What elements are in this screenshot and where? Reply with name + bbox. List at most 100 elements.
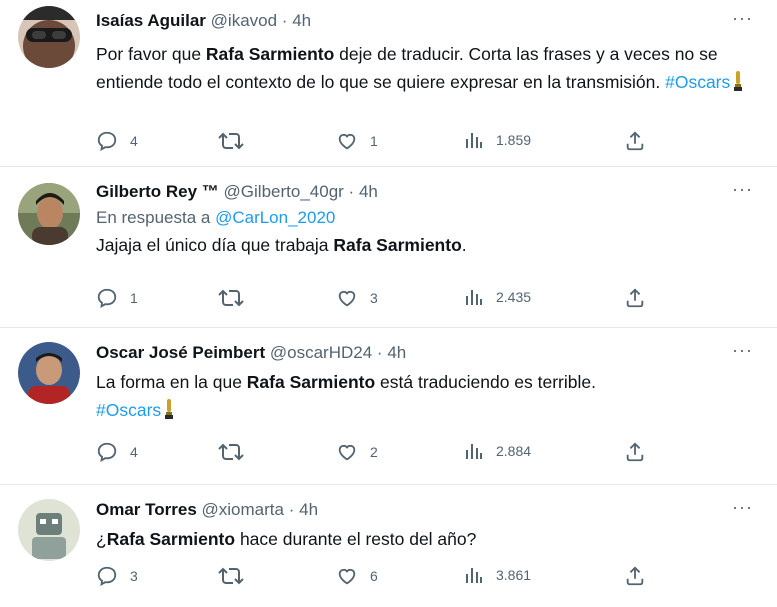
- separator-dot: ·: [281, 11, 288, 30]
- action-bar: 4 2 2.884: [96, 441, 656, 463]
- reply-button[interactable]: 4: [96, 441, 138, 463]
- reply-mention-link[interactable]: @CarLon_2020: [215, 208, 335, 227]
- tweet-4[interactable]: Omar Torres @xiomarta · 4h ¿Rafa Sarmien…: [0, 485, 777, 607]
- like-icon: [336, 130, 358, 152]
- reply-count: 4: [130, 444, 138, 460]
- timestamp[interactable]: 4h: [359, 182, 378, 201]
- user-handle[interactable]: @Gilberto_40gr: [224, 182, 344, 201]
- action-bar: 4 1 1.859: [96, 130, 656, 152]
- reply-count: 4: [130, 133, 138, 149]
- text-segment: .: [461, 235, 467, 255]
- like-count: 6: [370, 568, 378, 584]
- view-count: 1.859: [496, 132, 532, 148]
- reply-button[interactable]: 1: [96, 287, 138, 309]
- views-icon: [464, 565, 484, 585]
- tweet-2[interactable]: Gilberto Rey ™ @Gilberto_40gr · 4h En re…: [0, 167, 777, 328]
- views-button[interactable]: 2.884: [464, 441, 531, 461]
- avatar[interactable]: [18, 499, 80, 561]
- separator-dot: ·: [376, 343, 383, 362]
- action-bar: 1 3 2.435: [96, 287, 656, 309]
- view-count: 3.861: [496, 567, 532, 583]
- user-handle[interactable]: @oscarHD24: [270, 343, 372, 362]
- timestamp[interactable]: 4h: [387, 343, 406, 362]
- view-count: 2.435: [496, 289, 532, 305]
- tweet-3[interactable]: Oscar José Peimbert @oscarHD24 · 4h La f…: [0, 328, 777, 485]
- tweet-text: La forma en la que Rafa Sarmiento está t…: [96, 368, 757, 424]
- reply-icon: [96, 565, 118, 587]
- share-icon: [624, 565, 646, 587]
- retweet-icon: [218, 130, 244, 152]
- tweet-header: Omar Torres @xiomarta · 4h: [96, 499, 757, 521]
- retweet-icon: [218, 441, 244, 463]
- bold-name: Rafa Sarmiento: [106, 529, 236, 549]
- views-button[interactable]: 3.861: [464, 565, 531, 585]
- like-button[interactable]: 3: [336, 287, 378, 309]
- display-name[interactable]: Oscar José Peimbert: [96, 343, 265, 362]
- more-options-icon[interactable]: ···: [732, 8, 753, 29]
- hashtag-link[interactable]: #Oscars: [96, 400, 161, 420]
- tweet-text: Jajaja el único día que trabaja Rafa Sar…: [96, 231, 757, 259]
- more-options-icon[interactable]: ···: [732, 179, 753, 200]
- reply-icon: [96, 287, 118, 309]
- hashtag-link[interactable]: #Oscars: [665, 72, 730, 92]
- text-segment: hace durante el resto del año?: [235, 529, 477, 549]
- views-button[interactable]: 1.859: [464, 130, 531, 150]
- share-icon: [624, 287, 646, 309]
- avatar[interactable]: [18, 183, 80, 245]
- bold-name: Rafa Sarmiento: [333, 235, 462, 255]
- bold-name: Rafa Sarmiento: [205, 44, 335, 64]
- more-options-icon[interactable]: ···: [732, 340, 753, 361]
- display-name[interactable]: Omar Torres: [96, 500, 197, 519]
- like-count: 3: [370, 290, 378, 306]
- timestamp[interactable]: 4h: [292, 11, 311, 30]
- text-segment: Por favor que: [96, 44, 206, 64]
- reply-button[interactable]: 4: [96, 130, 138, 152]
- reply-count: 3: [130, 568, 138, 584]
- retweet-button[interactable]: [218, 287, 256, 309]
- like-count: 2: [370, 444, 378, 460]
- share-icon: [624, 441, 646, 463]
- reply-icon: [96, 130, 118, 152]
- like-icon: [336, 287, 358, 309]
- retweet-icon: [218, 565, 244, 587]
- user-handle[interactable]: @ikavod: [211, 11, 277, 30]
- views-icon: [464, 130, 484, 150]
- views-button[interactable]: 2.435: [464, 287, 531, 307]
- tweet-1[interactable]: Isaías Aguilar @ikavod · 4h Por favor qu…: [0, 0, 777, 167]
- reply-count: 1: [130, 290, 138, 306]
- retweet-icon: [218, 287, 244, 309]
- text-segment: Jajaja el único día que trabaja: [96, 235, 334, 255]
- share-button[interactable]: [624, 441, 646, 463]
- reply-prefix: En respuesta a: [96, 208, 216, 227]
- tweet-header: Isaías Aguilar @ikavod · 4h: [96, 10, 757, 32]
- separator-dot: ·: [348, 182, 355, 201]
- display-name[interactable]: Gilberto Rey ™: [96, 182, 219, 201]
- avatar[interactable]: [18, 342, 80, 404]
- reply-button[interactable]: 3: [96, 565, 138, 587]
- timestamp[interactable]: 4h: [299, 500, 318, 519]
- like-button[interactable]: 1: [336, 130, 378, 152]
- view-count: 2.884: [496, 443, 532, 459]
- more-options-icon[interactable]: ···: [732, 497, 753, 518]
- text-segment: La forma en la que: [96, 372, 247, 392]
- like-icon: [336, 565, 358, 587]
- retweet-button[interactable]: [218, 441, 256, 463]
- share-button[interactable]: [624, 565, 646, 587]
- tweet-text: Por favor que Rafa Sarmiento deje de tra…: [96, 40, 757, 96]
- bold-name: Rafa Sarmiento: [246, 372, 376, 392]
- views-icon: [464, 441, 484, 461]
- action-bar: 3 6 3.861: [96, 565, 656, 587]
- user-handle[interactable]: @xiomarta: [202, 500, 284, 519]
- avatar[interactable]: [18, 6, 80, 68]
- like-button[interactable]: 6: [336, 565, 378, 587]
- text-segment: está traduciendo es terrible.: [375, 372, 596, 392]
- display-name[interactable]: Isaías Aguilar: [96, 11, 206, 30]
- share-button[interactable]: [624, 287, 646, 309]
- share-button[interactable]: [624, 130, 646, 152]
- tweet-text: ¿Rafa Sarmiento hace durante el resto de…: [96, 525, 757, 553]
- retweet-button[interactable]: [218, 565, 256, 587]
- like-count: 1: [370, 133, 378, 149]
- retweet-button[interactable]: [218, 130, 256, 152]
- like-button[interactable]: 2: [336, 441, 378, 463]
- tweet-header: Gilberto Rey ™ @Gilberto_40gr · 4h: [96, 181, 757, 203]
